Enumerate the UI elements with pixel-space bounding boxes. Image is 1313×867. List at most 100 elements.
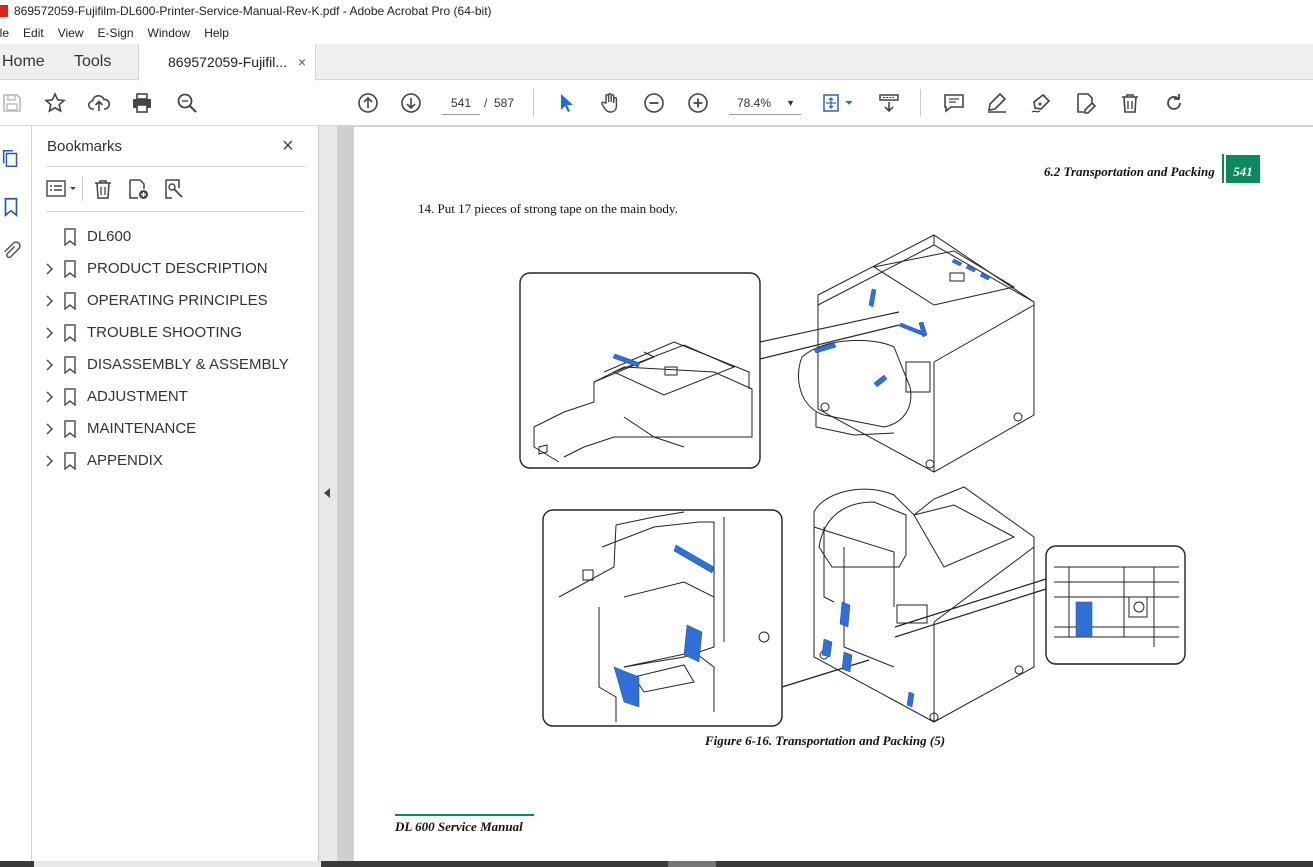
bookmark-icon <box>63 356 77 375</box>
bookmark-item[interactable]: PRODUCT DESCRIPTION <box>32 253 319 285</box>
menu-window[interactable]: Window <box>148 26 199 40</box>
zoom-in-icon[interactable] <box>686 91 710 115</box>
sign-icon[interactable] <box>1029 91 1053 115</box>
comment-icon[interactable] <box>942 91 966 115</box>
menu-file[interactable]: ile <box>0 26 17 40</box>
rotate-icon[interactable] <box>1162 91 1186 115</box>
figure-caption: Figure 6-16. Transportation and Packing … <box>705 733 946 748</box>
next-page-icon[interactable] <box>399 91 423 115</box>
bookmark-label: DL600 <box>87 228 132 245</box>
tab-document-label: 869572059-Fujifil... <box>168 54 288 70</box>
bookmark-label: DISASSEMBLY & ASSEMBLY <box>87 356 289 373</box>
delete-icon[interactable] <box>1118 91 1142 115</box>
menu-bar: ile Edit View E-Sign Window Help <box>0 22 1313 44</box>
select-cursor-icon[interactable] <box>554 91 578 115</box>
bookmark-item[interactable]: OPERATING PRINCIPLES <box>32 285 319 317</box>
toolbar-divider <box>920 89 921 117</box>
bookmark-label: MAINTENANCE <box>87 420 197 437</box>
horizontal-scrollbar[interactable] <box>0 861 1313 867</box>
scroll-mode-icon[interactable] <box>877 91 901 115</box>
divider <box>46 211 305 212</box>
chevron-right-icon[interactable] <box>43 422 57 436</box>
tape-pieces <box>612 258 1093 708</box>
new-bookmark-icon[interactable] <box>126 177 152 201</box>
chevron-right-icon[interactable] <box>43 358 57 372</box>
fit-page-icon[interactable] <box>820 91 856 115</box>
scrollbar-thumb[interactable] <box>668 861 716 867</box>
page-number-input[interactable]: 541 <box>442 91 480 115</box>
menu-edit[interactable]: Edit <box>23 26 52 40</box>
bookmark-item[interactable]: MAINTENANCE <box>32 413 319 445</box>
bookmark-icon <box>63 228 77 247</box>
star-icon[interactable] <box>43 91 67 115</box>
save-icon[interactable] <box>0 91 24 115</box>
print-icon[interactable] <box>130 91 154 115</box>
find-bookmark-icon[interactable] <box>162 177 188 201</box>
divider <box>46 166 305 167</box>
previous-page-icon[interactable] <box>356 91 380 115</box>
bookmark-label: OPERATING PRINCIPLES <box>87 292 268 309</box>
bookmark-icon <box>63 388 77 407</box>
chevron-right-icon[interactable] <box>43 390 57 404</box>
bookmark-item[interactable]: DISASSEMBLY & ASSEMBLY <box>32 349 319 381</box>
title-bar: 869572059-Fujifilm-DL600-Printer-Service… <box>0 0 1313 22</box>
bookmarks-panel: Bookmarks × DL600 PRODUCT DESCRIPTION OPER… <box>32 126 319 861</box>
hand-tool-icon[interactable] <box>598 91 622 115</box>
pdf-page: 6.2 Transportation and Packing 541 14. P… <box>354 127 1313 861</box>
bookmarks-panel-icon[interactable] <box>0 195 22 219</box>
navigation-rail <box>0 126 32 867</box>
bookmark-label: PRODUCT DESCRIPTION <box>87 260 268 277</box>
edit-pdf-icon[interactable] <box>1073 91 1097 115</box>
bookmark-item[interactable]: ADJUSTMENT <box>32 381 319 413</box>
menu-esign[interactable]: E-Sign <box>98 26 142 40</box>
chevron-right-icon[interactable] <box>43 294 57 308</box>
scrollbar-track <box>34 861 321 867</box>
page-separator: / <box>484 96 488 110</box>
callout-bottom-right <box>1045 545 1186 665</box>
chevron-down-icon: ▼ <box>786 98 795 108</box>
attachments-panel-icon[interactable] <box>0 239 22 263</box>
chevron-right-icon[interactable] <box>43 454 57 468</box>
bookmark-label: APPENDIX <box>87 452 163 469</box>
bookmark-item[interactable]: DL600 <box>32 221 319 253</box>
callout-bottom-left <box>542 509 783 727</box>
pages-panel-icon[interactable] <box>0 147 22 171</box>
chevron-right-icon[interactable] <box>43 262 57 276</box>
zoom-out-icon[interactable] <box>642 91 666 115</box>
bookmark-icon <box>63 420 77 439</box>
page-footer: DL 600 Service Manual <box>395 819 523 834</box>
bookmark-icon <box>63 260 77 279</box>
pdf-app-icon <box>0 5 8 17</box>
toolbar-divider <box>533 89 534 117</box>
tab-home[interactable]: Home <box>0 44 66 80</box>
bookmark-label: ADJUSTMENT <box>87 388 188 405</box>
zoom-search-icon[interactable] <box>175 91 199 115</box>
tab-close-icon[interactable]: × <box>298 44 306 80</box>
bookmark-icon <box>63 292 77 311</box>
close-icon[interactable]: × <box>282 135 294 158</box>
highlight-pen-icon[interactable] <box>985 91 1009 115</box>
panel-collapse-handle[interactable] <box>319 126 337 861</box>
divider <box>82 177 83 201</box>
zoom-level-value: 78.4% <box>737 96 772 110</box>
bookmarks-toolbar <box>46 176 188 202</box>
options-menu-icon[interactable] <box>46 177 78 201</box>
delete-bookmark-icon[interactable] <box>91 177 117 201</box>
menu-help[interactable]: Help <box>204 26 237 40</box>
page-total: 587 <box>494 96 515 110</box>
collapse-arrow-icon <box>324 488 330 498</box>
bookmark-item[interactable]: APPENDIX <box>32 445 319 477</box>
bookmark-icon <box>63 452 77 471</box>
tab-tools[interactable]: Tools <box>66 44 138 80</box>
zoom-level-dropdown[interactable]: 78.4% ▼ <box>729 91 801 115</box>
upload-cloud-icon[interactable] <box>87 91 111 115</box>
menu-view[interactable]: View <box>58 26 92 40</box>
tab-bar: Home Tools 869572059-Fujifil... × <box>0 44 1313 81</box>
window-title: 869572059-Fujifilm-DL600-Printer-Service… <box>14 4 492 18</box>
bookmarks-title: Bookmarks <box>47 138 123 155</box>
main-toolbar: 541 / 587 78.4% ▼ <box>0 81 1313 126</box>
tab-document[interactable]: 869572059-Fujifil... × <box>138 44 316 81</box>
bookmark-item[interactable]: TROUBLE SHOOTING <box>32 317 319 349</box>
chevron-right-icon[interactable] <box>43 326 57 340</box>
document-viewer[interactable]: 6.2 Transportation and Packing 541 14. P… <box>337 126 1313 861</box>
